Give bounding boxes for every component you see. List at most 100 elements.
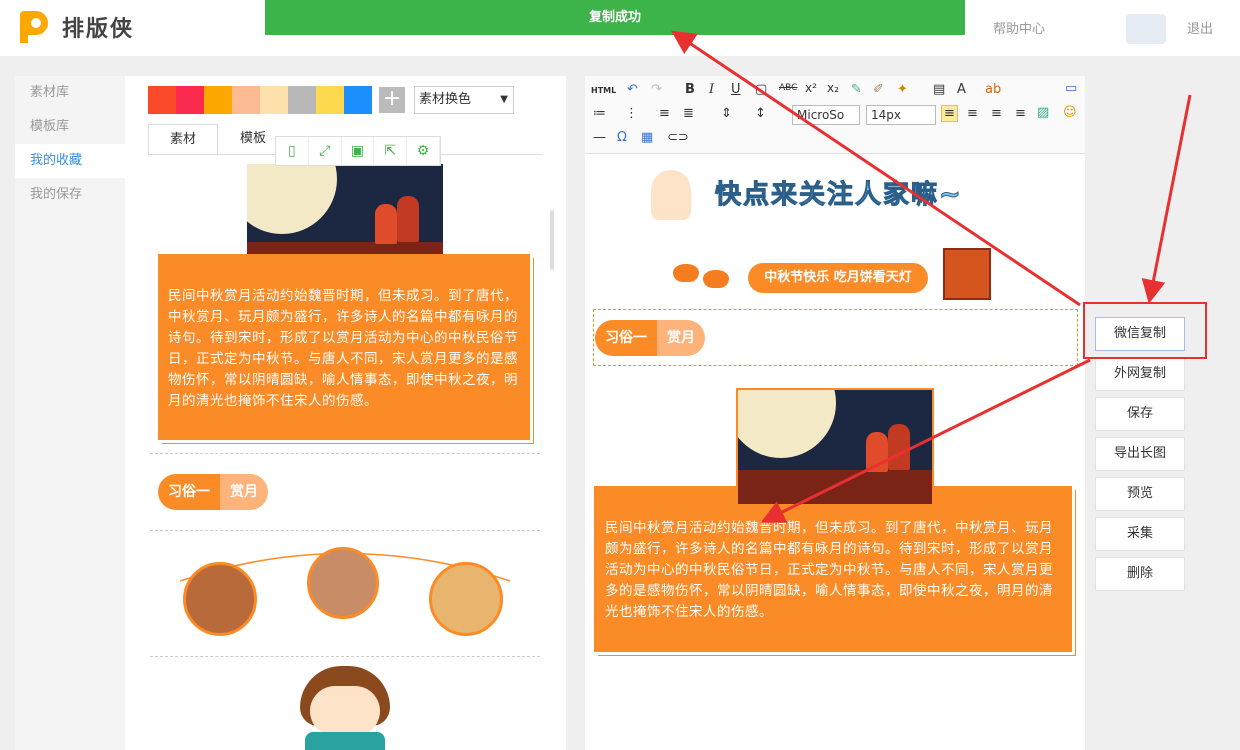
horizontal-rule-icon[interactable]: — bbox=[593, 130, 606, 145]
mooncake-image[interactable] bbox=[429, 562, 503, 636]
superscript-icon[interactable]: x² bbox=[805, 81, 817, 95]
divider bbox=[150, 656, 540, 657]
save-button[interactable]: 保存 bbox=[1095, 397, 1185, 431]
color-swatch[interactable] bbox=[288, 86, 316, 114]
color-swap-select[interactable]: 素材换色 ▼ bbox=[414, 86, 514, 114]
canvas-heading[interactable]: 快点来关注人家嘛~ bbox=[715, 174, 963, 211]
logo-icon bbox=[20, 11, 48, 43]
illustration-frame bbox=[736, 388, 934, 506]
align-right-icon[interactable]: ≡ bbox=[991, 106, 1002, 121]
color-swatch[interactable] bbox=[260, 86, 288, 114]
save-icon[interactable]: ▣ bbox=[342, 137, 375, 165]
redo-icon[interactable]: ↷ bbox=[651, 82, 662, 97]
color-swatch[interactable] bbox=[176, 86, 204, 114]
material-tabs: 素材 模板 bbox=[148, 124, 288, 154]
monitor-icon[interactable]: ▭ bbox=[1065, 81, 1077, 96]
justify-icon[interactable]: ≡ bbox=[1015, 106, 1026, 121]
subscript-icon[interactable]: x₂ bbox=[827, 81, 839, 95]
image-icon[interactable]: ▨ bbox=[1037, 105, 1049, 120]
table-icon[interactable]: ▦ bbox=[641, 130, 653, 145]
ordered-list-icon[interactable]: ≔ bbox=[593, 106, 606, 121]
text-card[interactable]: 民间中秋赏月活动约始魏晋时期，但未成习。到了唐代，中秋赏月、玩月颇为盛行，许多诗… bbox=[594, 486, 1072, 652]
fullscreen-icon[interactable]: ⤢ bbox=[309, 137, 342, 165]
unordered-list-icon[interactable]: ⋮ bbox=[625, 106, 638, 121]
material-panel: + 素材换色 ▼ 素材 模板 民间中秋赏月活动约始魏晋时期，但未成习。到了唐代，… bbox=[125, 76, 566, 750]
festival-banner[interactable]: 中秋节快乐 吃月饼看天灯 bbox=[748, 263, 928, 293]
divider bbox=[150, 453, 540, 454]
custom-tag[interactable]: 习俗一 赏月 bbox=[595, 320, 705, 356]
link-icon[interactable]: ⊂⊃ bbox=[667, 130, 689, 145]
italic-icon[interactable]: I bbox=[709, 82, 714, 97]
success-toast: 复制成功 bbox=[265, 0, 965, 35]
strikethrough-icon[interactable]: ABC bbox=[779, 83, 797, 93]
highlight-box bbox=[1083, 302, 1207, 359]
color-swatch[interactable] bbox=[316, 86, 344, 114]
mooncake-image[interactable] bbox=[183, 562, 257, 636]
html-source-button[interactable]: HTML bbox=[591, 86, 616, 95]
color-swatch[interactable] bbox=[344, 86, 372, 114]
arrow-to-wechat-copy bbox=[1141, 94, 1192, 304]
text-card[interactable]: 民间中秋赏月活动约始魏晋时期，但未成习。到了唐代，中秋赏月、玩月颇为盛行，许多诗… bbox=[158, 254, 530, 440]
collect-button[interactable]: 采集 bbox=[1095, 517, 1185, 551]
special-character-icon[interactable]: Ω bbox=[617, 130, 627, 145]
help-center-link[interactable]: 帮助中心 bbox=[993, 18, 1045, 37]
color-swatch[interactable] bbox=[232, 86, 260, 114]
shirt-graphic bbox=[305, 732, 385, 750]
app-name: 排版侠 bbox=[62, 17, 135, 42]
tag-right: 赏月 bbox=[657, 320, 705, 356]
letter-spacing-icon[interactable]: ↕ bbox=[755, 106, 766, 121]
underline-icon[interactable]: U bbox=[731, 82, 741, 97]
sidebar-item-saved[interactable]: 我的保存 bbox=[15, 178, 125, 212]
export-long-image-button[interactable]: 导出长图 bbox=[1095, 437, 1185, 471]
mobile-preview-icon[interactable]: ▯ bbox=[276, 137, 309, 165]
gear-icon[interactable]: ⚙ bbox=[407, 137, 440, 165]
undo-icon[interactable]: ↶ bbox=[627, 82, 638, 97]
logo[interactable]: 排版侠 bbox=[16, 9, 134, 45]
preview-button[interactable]: 预览 bbox=[1095, 477, 1185, 511]
color-swap-label: 素材换色 bbox=[419, 92, 472, 107]
scrollbar[interactable] bbox=[550, 210, 554, 270]
magic-wand-icon[interactable]: ✦ bbox=[897, 82, 908, 97]
paste-icon[interactable]: ▤ bbox=[933, 82, 945, 97]
bold-icon[interactable]: B bbox=[685, 82, 695, 97]
sidebar-item-favorites[interactable]: 我的收藏 bbox=[15, 144, 125, 178]
line-spacing-icon[interactable]: ⇕ bbox=[721, 106, 732, 121]
avatar[interactable] bbox=[1126, 14, 1166, 44]
delete-button[interactable]: 删除 bbox=[1095, 557, 1185, 591]
external-copy-button[interactable]: 外网复制 bbox=[1095, 357, 1185, 391]
tag-right: 赏月 bbox=[220, 474, 268, 510]
editor-panel: HTML ↶ ↷ B I U ▢ ABC x² x₂ ✎ ✐ ✦ ▤ A ab … bbox=[585, 76, 1085, 750]
font-color-icon[interactable]: A bbox=[957, 82, 966, 97]
eraser-icon[interactable]: ✎ bbox=[851, 82, 862, 97]
indent-icon[interactable]: ≡ bbox=[659, 106, 670, 121]
sidebar-item-template-library[interactable]: 模板库 bbox=[15, 110, 125, 144]
mooncake-image[interactable] bbox=[307, 547, 379, 619]
font-family-select[interactable]: MicroSo bbox=[792, 105, 860, 125]
share-icon[interactable]: ⇱ bbox=[374, 137, 408, 165]
custom-tag[interactable]: 习俗一 赏月 bbox=[158, 474, 268, 510]
girl-illustration[interactable] bbox=[290, 666, 400, 750]
highlight-icon[interactable]: ab bbox=[985, 82, 1001, 97]
color-swatch[interactable] bbox=[204, 86, 232, 114]
font-size-select[interactable]: 14px bbox=[866, 105, 936, 125]
format-brush-icon[interactable]: ✐ bbox=[873, 82, 884, 97]
logout-link[interactable]: 退出 bbox=[1187, 18, 1213, 37]
align-center-icon[interactable]: ≡ bbox=[967, 106, 978, 121]
font-size-value: 14px bbox=[871, 108, 901, 122]
action-buttons: 微信复制 外网复制 保存 导出长图 预览 采集 删除 bbox=[1095, 317, 1185, 597]
border-icon[interactable]: ▢ bbox=[755, 82, 767, 97]
sidebar: 素材库 模板库 我的收藏 我的保存 bbox=[15, 76, 125, 750]
face-graphic bbox=[310, 686, 380, 736]
paragraph-spacing-icon[interactable]: ≣ bbox=[683, 106, 694, 121]
lotus-lantern-graphic bbox=[673, 256, 745, 292]
emoji-icon[interactable]: ☺ bbox=[1063, 105, 1077, 120]
color-swatch[interactable] bbox=[148, 86, 176, 114]
card-text: 民间中秋赏月活动约始魏晋时期，但未成习。到了唐代，中秋赏月、玩月颇为盛行，许多诗… bbox=[605, 520, 1053, 620]
tag-left: 习俗一 bbox=[158, 474, 220, 510]
align-left-icon[interactable]: ≡ bbox=[941, 105, 958, 122]
tab-material[interactable]: 素材 bbox=[148, 124, 218, 154]
add-color-button[interactable]: + bbox=[379, 87, 405, 113]
sidebar-item-material-library[interactable]: 素材库 bbox=[15, 76, 125, 110]
lantern-graphic bbox=[943, 248, 991, 300]
material-hover-toolbar: ▯ ⤢ ▣ ⇱ ⚙ bbox=[275, 136, 441, 166]
